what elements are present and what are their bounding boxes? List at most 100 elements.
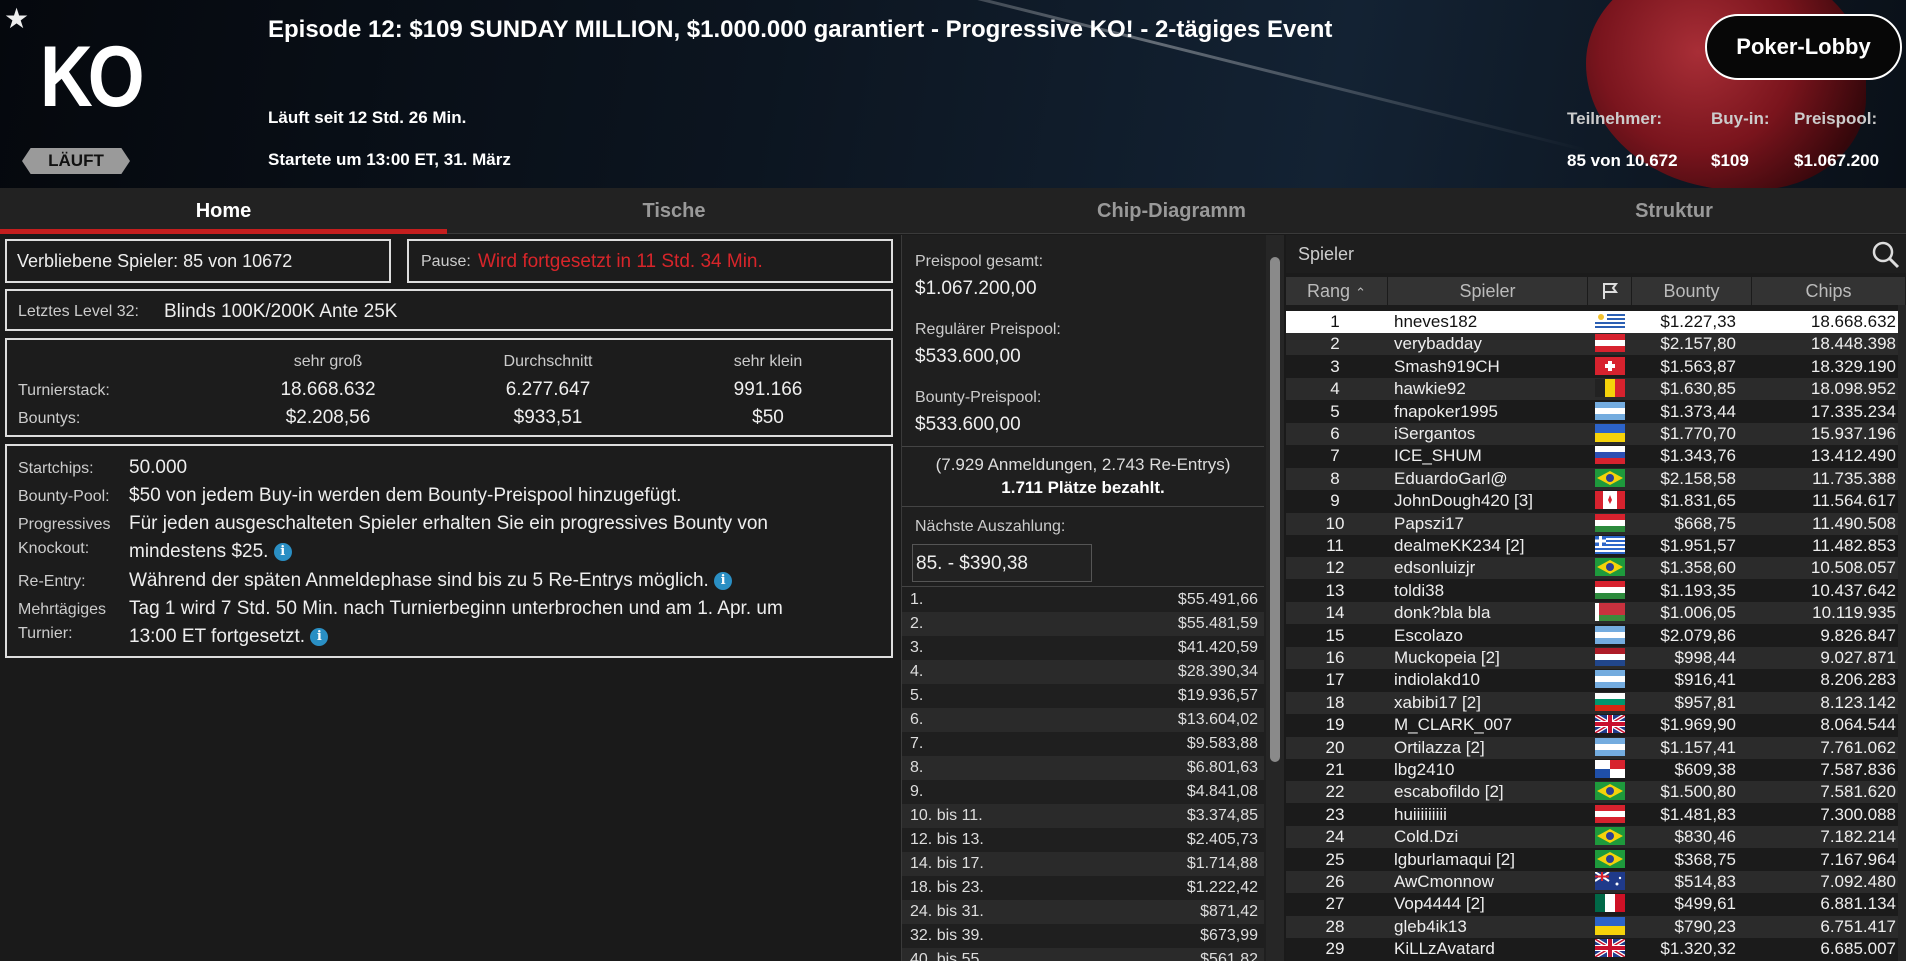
player-row[interactable]: 2 verybadday $2.157,80 18.448.398 — [1286, 333, 1898, 356]
player-name: lbg2410 — [1394, 760, 1455, 779]
buyin-label: Buy-in: — [1711, 109, 1770, 128]
player-chips: 7.761.062 — [1820, 737, 1896, 757]
player-chips: 10.119.935 — [1812, 603, 1896, 623]
ko-logo: KO — [40, 29, 145, 125]
stack-stats-box: sehr groß Durchschnitt sehr klein Turnie… — [5, 338, 893, 437]
player-row[interactable]: 1 hneves182 $1.227,33 18.668.632 — [1286, 311, 1898, 333]
player-row[interactable]: 26 AwCmonnow $514,83 7.092.480 — [1286, 871, 1898, 893]
player-row[interactable]: 18 xabibi17 [2] $957,81 8.123.142 — [1286, 691, 1898, 714]
player-name: indiolakd10 — [1394, 670, 1481, 690]
player-row[interactable]: 29 KiLLzAvatard $1.320,32 6.685.007 — [1286, 937, 1898, 960]
player-name: toldi38 — [1394, 580, 1445, 600]
payout-amount: $561,82 — [1200, 951, 1258, 961]
player-name: KiLLzAvatard — [1394, 939, 1495, 959]
tab-home[interactable]: Home — [0, 188, 447, 234]
tab-tables[interactable]: Tische — [447, 188, 901, 234]
player-name: iSergantos — [1394, 424, 1476, 443]
poker-lobby-button[interactable]: Poker-Lobby — [1705, 14, 1902, 80]
prizepool-panel[interactable]: Preispool gesamt: $1.067.200,00 Reguläre… — [901, 235, 1284, 961]
player-row[interactable]: 15 Escolazo $2.079,86 9.826.847 — [1286, 625, 1898, 647]
player-row[interactable]: 23 huiiiiiiiii $1.481,83 7.300.088 — [1286, 804, 1898, 826]
player-chips: 8.123.142 — [1820, 692, 1896, 712]
payout-row: 5. $19.936,57 — [902, 684, 1264, 708]
player-row[interactable]: 14 donk?bla bla $1.006,05 10.119.935 — [1286, 602, 1898, 625]
player-row[interactable]: 11 dealmeKK234 [2] $1.951,57 11.482.853 — [1286, 535, 1898, 557]
next-payout-value: 85. - $390,38 — [916, 553, 1028, 574]
payout-row: 9. $4.841,08 — [902, 780, 1264, 804]
player-row[interactable]: 4 hawkie92 $1.630,85 18.098.952 — [1286, 378, 1898, 401]
player-row[interactable]: 8 EduardoGarl@ $2.158,58 11.735.388 — [1286, 467, 1898, 490]
player-rank: 10 — [1325, 513, 1345, 533]
player-chips: 9.027.871 — [1820, 648, 1896, 667]
col-rank[interactable]: Rang ⌃ — [1286, 277, 1388, 305]
player-row[interactable]: 17 indiolakd10 $916,41 8.206.283 — [1286, 669, 1898, 691]
payout-row: 8. $6.801,63 — [902, 756, 1264, 780]
player-bounty: $668,75 — [1674, 513, 1736, 533]
player-row[interactable]: 12 edsonluizjr $1.358,60 10.508.057 — [1286, 557, 1898, 580]
player-name: EduardoGarl@ — [1394, 468, 1508, 488]
player-bounty: $1.563,87 — [1660, 356, 1736, 376]
player-bounty: $1.006,05 — [1660, 603, 1736, 623]
player-row[interactable]: 10 Papszi17 $668,75 11.490.508 — [1286, 512, 1898, 535]
player-row[interactable]: 13 toldi38 $1.193,35 10.437.642 — [1286, 580, 1898, 602]
info-icon[interactable]: i — [273, 543, 292, 561]
info-icon[interactable]: i — [714, 572, 733, 590]
player-row[interactable]: 25 lgburlamaqui [2] $368,75 7.167.964 — [1286, 849, 1898, 871]
col-flag[interactable] — [1588, 277, 1632, 305]
stack-label: Turnierstack: — [18, 382, 110, 399]
col-chips[interactable]: Chips — [1752, 277, 1906, 305]
player-rank: 29 — [1325, 939, 1345, 959]
info-icon[interactable]: i — [310, 628, 329, 646]
player-row[interactable]: 19 M_CLARK_007 $1.969,90 8.064.544 — [1286, 713, 1898, 736]
remaining-players: Verbliebene Spieler: 85 von 10672 — [17, 251, 293, 271]
player-chips: 15.937.196 — [1810, 424, 1896, 443]
pause-box: Pause: Wird fortgesetzt in 11 Std. 34 Mi… — [407, 239, 893, 283]
payout-place: 14. bis 17. — [910, 855, 984, 872]
payout-row: 1. $55.491,66 — [902, 588, 1264, 612]
player-search-input[interactable]: Spieler — [1298, 244, 1354, 265]
payout-place: 24. bis 31. — [910, 903, 984, 920]
player-rank: 22 — [1325, 782, 1345, 802]
favorite-star-icon[interactable]: ★ — [4, 2, 29, 35]
payout-amount: $1.714,88 — [1186, 855, 1258, 872]
participants-value: 85 von 10.672 — [1567, 151, 1678, 170]
player-row[interactable]: 9 JohnDough420 [3] $1.831,65 11.564.617 — [1286, 490, 1898, 512]
next-payout-box: 85. - $390,38 — [912, 544, 1092, 582]
player-chips: 8.206.283 — [1820, 670, 1896, 690]
player-row[interactable]: 22 escabofildo [2] $1.500,80 7.581.620 — [1286, 781, 1898, 804]
player-row[interactable]: 7 ICE_SHUM $1.343,76 13.412.490 — [1286, 445, 1898, 467]
tab-structure[interactable]: Struktur — [1442, 188, 1906, 234]
search-icon[interactable] — [1870, 239, 1900, 269]
player-scrollbar[interactable] — [1898, 305, 1906, 961]
player-row[interactable]: 3 Smash919CH $1.563,87 18.329.190 — [1286, 356, 1898, 378]
player-search-row[interactable]: Spieler — [1286, 235, 1906, 273]
payout-place: 18. bis 23. — [910, 879, 984, 896]
reentry-value: Während der späten Anmeldephase sind bis… — [129, 570, 733, 592]
registrations-info: (7.929 Anmeldungen, 2.743 Re-Entrys) — [935, 455, 1231, 474]
player-row[interactable]: 28 gleb4ik13 $790,23 6.751.417 — [1286, 915, 1898, 938]
player-name: Muckopeia [2] — [1394, 648, 1500, 667]
startchips-label: Startchips: — [18, 460, 94, 477]
player-rank: 11 — [1326, 536, 1344, 555]
player-row[interactable]: 6 iSergantos $1.770,70 15.937.196 — [1286, 423, 1898, 445]
player-name: ICE_SHUM — [1394, 446, 1482, 466]
bounty-big-value: $2.208,56 — [285, 407, 371, 428]
stack-avg-value: 6.277.647 — [505, 379, 591, 400]
col-player[interactable]: Spieler — [1388, 277, 1588, 305]
player-row[interactable]: 5 fnapoker1995 $1.373,44 17.335.234 — [1286, 401, 1898, 423]
scrollbar-thumb[interactable] — [1270, 257, 1280, 762]
col-bounty[interactable]: Bounty — [1632, 277, 1752, 305]
player-row[interactable]: 16 Muckopeia [2] $998,44 9.027.871 — [1286, 647, 1898, 669]
player-name: Vop4444 [2] — [1394, 894, 1485, 914]
player-rank: 28 — [1325, 916, 1345, 936]
tab-chip-chart[interactable]: Chip-Diagramm — [901, 188, 1442, 234]
player-row[interactable]: 20 Ortilazza [2] $1.157,41 7.761.062 — [1286, 736, 1898, 759]
player-row[interactable]: 24 Cold.Dzi $830,46 7.182.214 — [1286, 826, 1898, 849]
player-rank: 17 — [1325, 670, 1345, 690]
payout-scrollbar[interactable] — [1266, 235, 1284, 961]
player-row[interactable]: 21 lbg2410 $609,38 7.587.836 — [1286, 759, 1898, 781]
player-row[interactable]: 27 Vop4444 [2] $499,61 6.881.134 — [1286, 893, 1898, 915]
payout-amount: $4.841,08 — [1186, 783, 1258, 800]
player-name: AwCmonnow — [1394, 872, 1494, 891]
multiday-value-2: 13:00 ET fortgesetzt. i — [129, 626, 329, 648]
